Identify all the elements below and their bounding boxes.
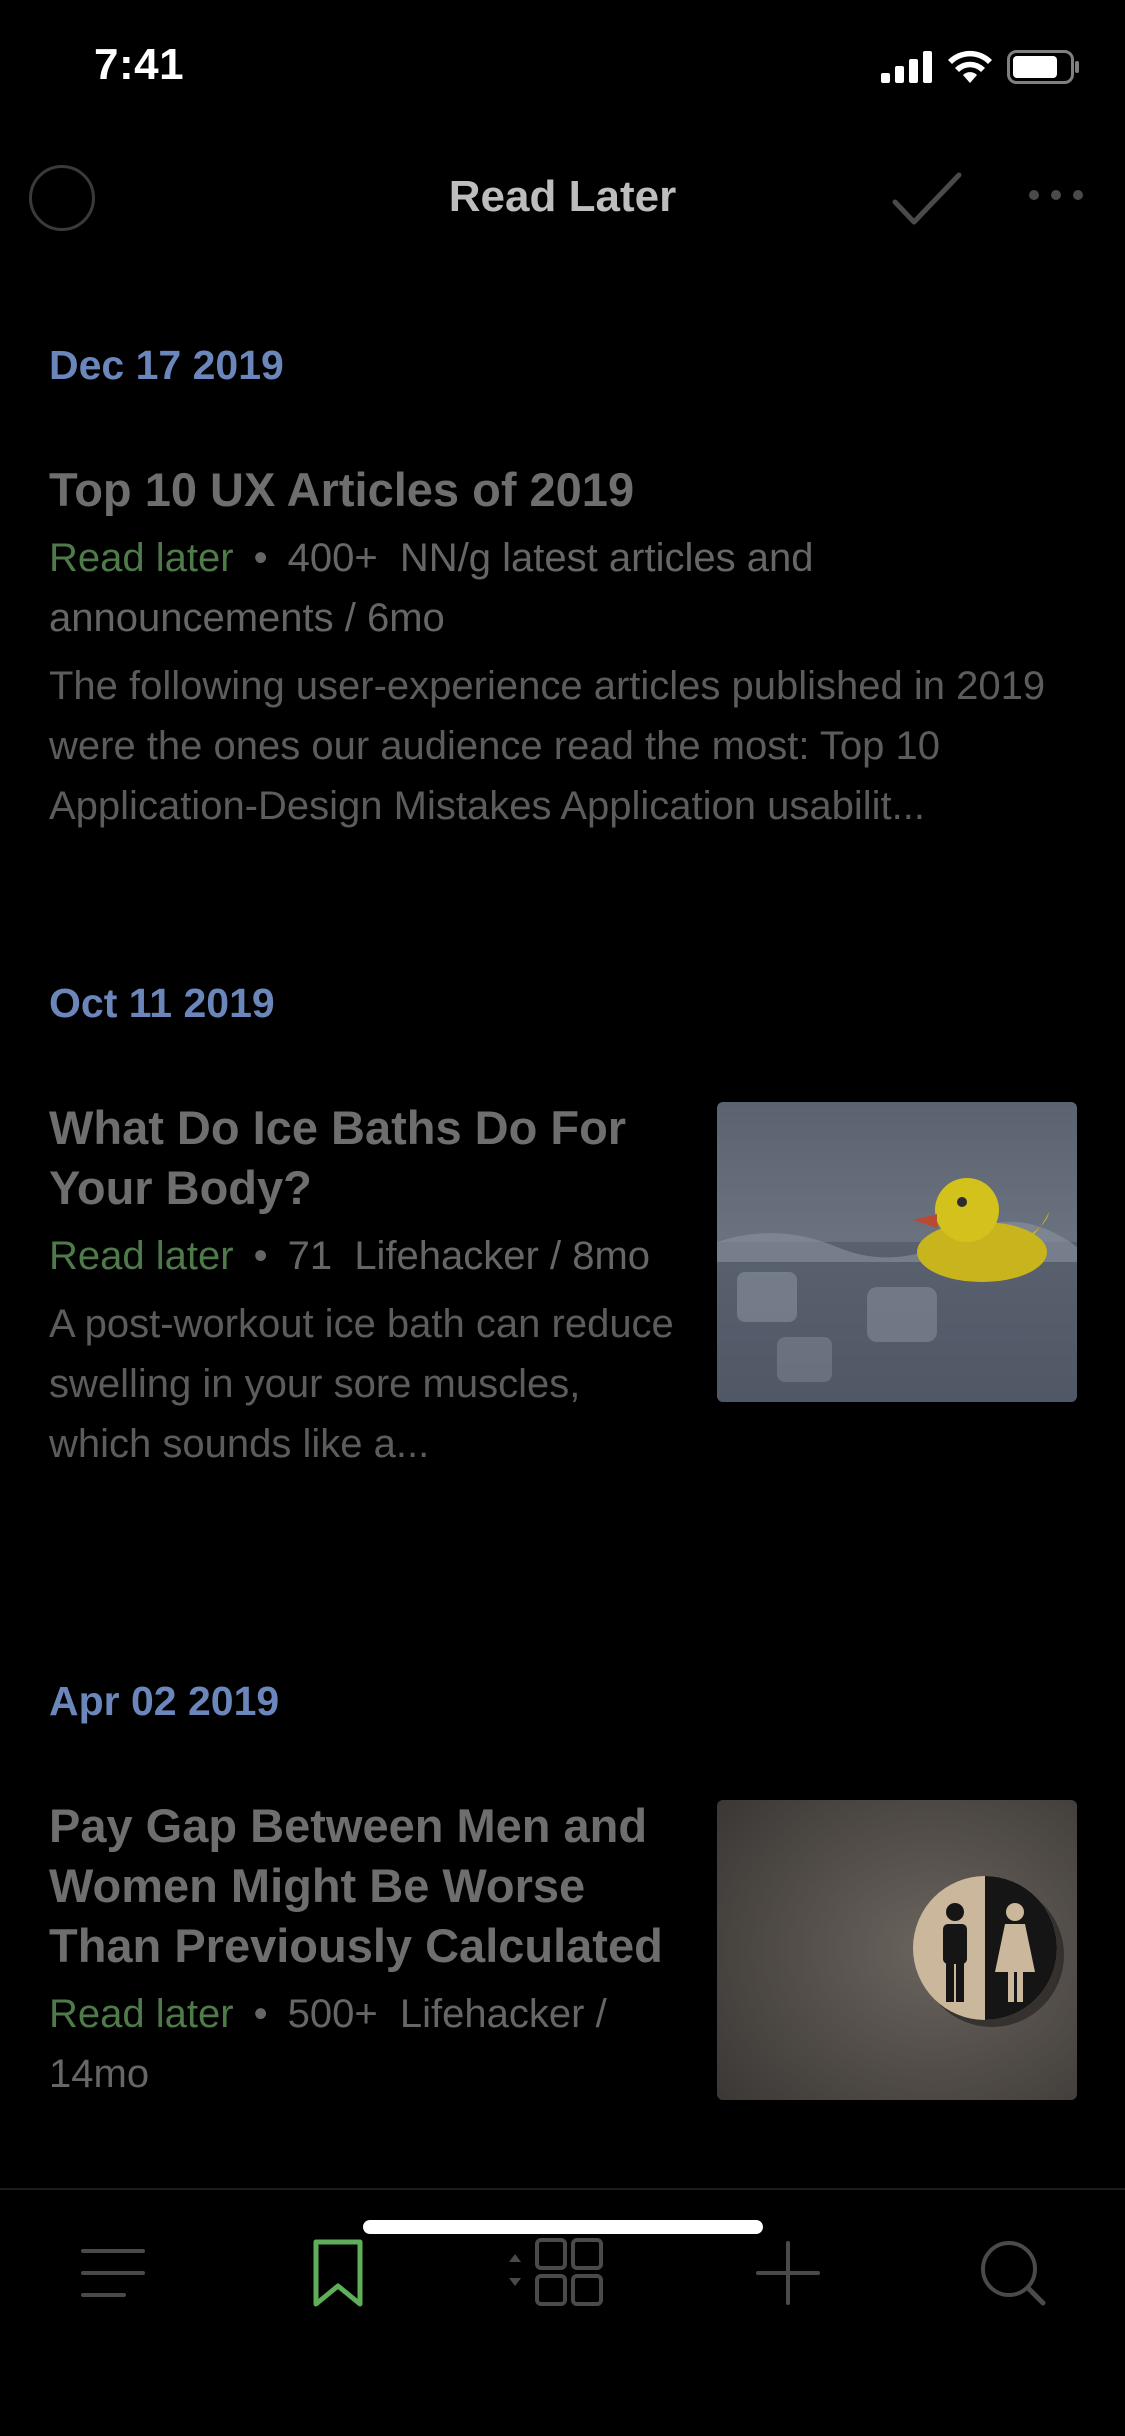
- search-icon: [979, 2239, 1047, 2312]
- article-title: What Do Ice Baths Do For Your Body?: [49, 1101, 627, 1214]
- article-meta: Read later • 400+ NN/g latest articles and…: [49, 528, 1079, 648]
- section-date: Dec 17 2019: [49, 342, 284, 388]
- tab-search[interactable]: [968, 2230, 1058, 2320]
- article-item[interactable]: Top 10 UX Articles of 2019 Read later • 40…: [49, 460, 1079, 836]
- meta-separator: •: [253, 536, 268, 580]
- plus-icon: [756, 2240, 820, 2310]
- nav-bar: Read Later: [0, 150, 1125, 250]
- cellular-signal-icon: [881, 51, 933, 88]
- home-indicator[interactable]: [363, 2220, 763, 2234]
- article-title: Top 10 UX Articles of 2019: [49, 463, 635, 516]
- article-meta: Read later • 500+ Lifehacker / 14mo: [49, 1984, 689, 2104]
- article-thumbnail-rubber-duck[interactable]: [717, 1102, 1077, 1402]
- article-meta: Read later • 71 Lifehacker / 8mo: [49, 1226, 689, 1286]
- article-description: A post-workout ice bath can reduce swell…: [49, 1302, 674, 1466]
- wifi-icon: [947, 50, 993, 89]
- article-source: Lifehacker / 8mo: [354, 1234, 651, 1278]
- article-count: 71: [287, 1234, 333, 1278]
- tab-read-later[interactable]: [293, 2230, 383, 2320]
- read-later-tag: Read later: [49, 1992, 234, 2036]
- status-icons: [881, 50, 1081, 89]
- article-count: 500+: [287, 1992, 378, 2036]
- tab-menu[interactable]: [68, 2230, 158, 2320]
- article-title: Pay Gap Between Men and Women Might Be W…: [49, 1799, 663, 1972]
- mark-read-checkmark-icon[interactable]: [892, 172, 962, 231]
- bookmark-icon: [312, 2238, 364, 2313]
- status-bar: 7:41: [0, 0, 1125, 135]
- read-later-tag: Read later: [49, 1234, 234, 1278]
- section-date: Apr 02 2019: [49, 1678, 280, 1724]
- tab-sort-grid[interactable]: [500, 2230, 610, 2320]
- read-later-tag: Read later: [49, 536, 234, 580]
- grid-sort-icon: [505, 2237, 605, 2313]
- article-thumbnail-restroom-sign[interactable]: [717, 1800, 1077, 2100]
- article-list: Dec 17 2019 Top 10 UX Articles of 2019 R…: [0, 300, 1125, 2190]
- meta-separator: •: [253, 1234, 268, 1278]
- meta-separator: •: [253, 1992, 268, 2036]
- tab-add[interactable]: [743, 2230, 833, 2320]
- article-item[interactable]: Pay Gap Between Men and Women Might Be W…: [49, 1796, 689, 2104]
- section-date: Oct 11 2019: [49, 980, 275, 1026]
- more-options-icon[interactable]: [1028, 188, 1084, 207]
- battery-icon: [1007, 50, 1081, 89]
- article-description: The following user-experience articles p…: [49, 664, 1046, 828]
- article-item[interactable]: What Do Ice Baths Do For Your Body? Read…: [49, 1098, 689, 1474]
- article-count: 400+: [287, 536, 378, 580]
- status-time: 7:41: [94, 40, 185, 89]
- menu-icon: [80, 2245, 146, 2306]
